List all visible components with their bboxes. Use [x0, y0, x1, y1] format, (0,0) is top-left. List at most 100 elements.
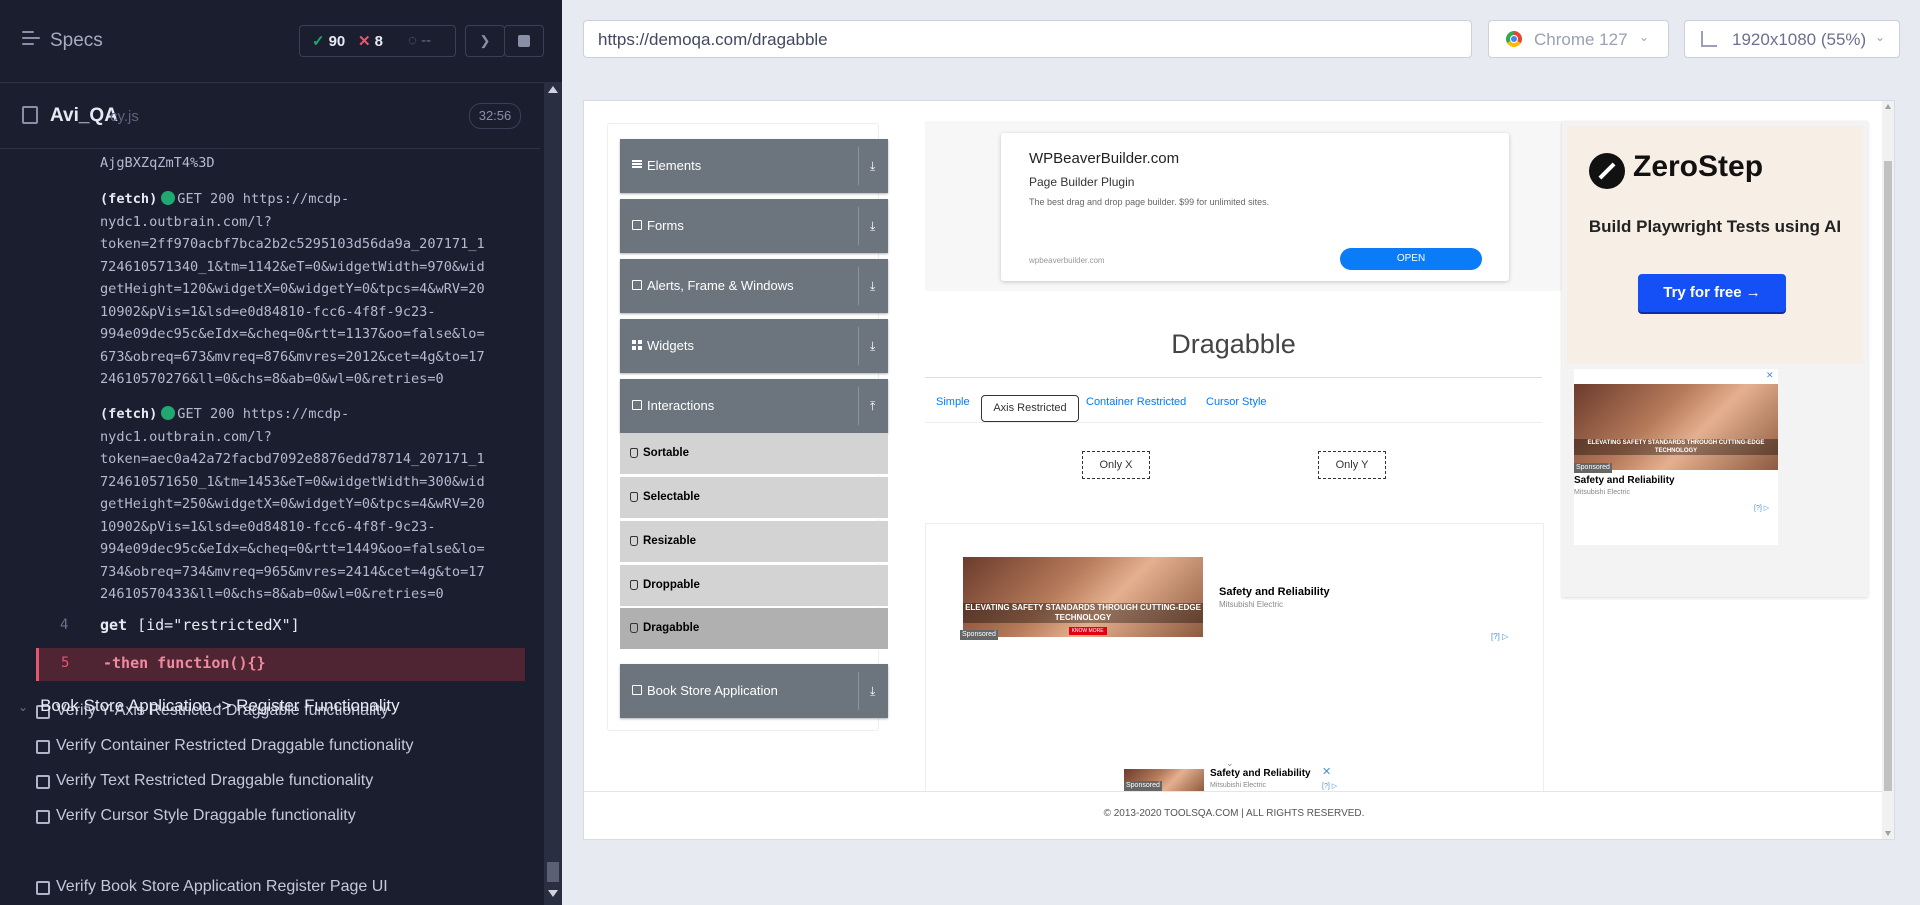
- browser-selector[interactable]: Chrome 127 ⌄: [1488, 20, 1669, 58]
- viewport-icon: [1701, 31, 1717, 47]
- right-advertisement: ZeroStep Build Playwright Tests using AI…: [1562, 121, 1868, 597]
- tab-simple[interactable]: Simple: [936, 396, 970, 408]
- ad-title[interactable]: Safety and Reliability: [1219, 586, 1330, 598]
- chevron-down-icon: ⌄: [18, 700, 29, 714]
- command-name: -then function(){}: [103, 654, 266, 672]
- close-icon[interactable]: ✕: [1322, 765, 1331, 778]
- sponsored-label: Sponsored: [1124, 781, 1162, 791]
- test-status-icon: [36, 810, 50, 824]
- menu-item-droppable[interactable]: Droppable: [620, 565, 888, 607]
- group-bookstore[interactable]: Book Store Application ⤓: [620, 664, 888, 718]
- ad-brand: Mitsubishi Electric: [1219, 600, 1284, 609]
- viewport-selector[interactable]: 1920x1080 (55%) ⌄: [1684, 20, 1900, 58]
- spinner-icon: ◌: [408, 32, 417, 49]
- group-forms[interactable]: Forms ⤓: [620, 199, 888, 253]
- failed-count: ✕ 8: [358, 33, 383, 50]
- zerostep-brand: ZeroStep: [1633, 150, 1764, 183]
- browser-label: Chrome 127: [1534, 30, 1628, 49]
- group-widgets[interactable]: Widgets ⤓: [620, 319, 888, 373]
- close-icon: ✕: [1766, 370, 1774, 380]
- command-name: get: [100, 616, 128, 634]
- suite-item[interactable]: ⌄ Book Store Application -> Register Func…: [18, 696, 400, 716]
- draggable-only-y[interactable]: Only Y: [1318, 451, 1386, 479]
- zerostep-tagline: Build Playwright Tests using AI: [1588, 217, 1842, 236]
- success-dot-icon: [161, 191, 176, 205]
- test-status-icon: [36, 881, 50, 895]
- download-arrow-icon: ⤓: [870, 219, 876, 233]
- menu-item-sortable[interactable]: Sortable: [620, 433, 888, 475]
- spec-file-name[interactable]: Avi_QA: [50, 105, 118, 127]
- specs-header: Specs ✓ 90 ✕ 8 ◌ -- ❯: [0, 0, 562, 83]
- spec-file-header: Avi_QA cy.js 32:56: [0, 96, 540, 149]
- page-title: Dragabble: [1171, 329, 1296, 359]
- download-arrow-icon: ⤓: [870, 159, 876, 173]
- ad-brand: Mitsubishi Electric: [1574, 489, 1631, 496]
- success-dot-icon: [161, 406, 176, 420]
- passed-count: ✓ 90: [312, 33, 346, 50]
- test-stats: ✓ 90 ✕ 8 ◌ --: [299, 25, 456, 57]
- ad-image[interactable]: ELEVATING SAFETY STANDARDS THROUGH CUTTI…: [1574, 384, 1778, 470]
- group-alerts[interactable]: Alerts, Frame & Windows ⤓: [620, 259, 888, 313]
- group-interactions[interactable]: Interactions ⤒: [620, 379, 888, 433]
- ad-open-button[interactable]: OPEN: [1340, 248, 1482, 270]
- stop-button[interactable]: [504, 25, 544, 57]
- shield-icon: [630, 623, 638, 633]
- scroll-up-icon: [1885, 104, 1891, 109]
- form-icon: [632, 220, 642, 230]
- url-bar[interactable]: https://demoqa.com/dragabble: [583, 20, 1472, 58]
- copyright-text: © 2013-2020 TOOLSQA.COM | ALL RIGHTS RES…: [1103, 808, 1365, 819]
- chevron-down-icon[interactable]: ❯: [465, 25, 505, 57]
- top-advertisement: WPBeaverBuilder.com Page Builder Plugin …: [925, 121, 1562, 291]
- log-scrollbar[interactable]: [544, 82, 562, 905]
- app-scrollbar[interactable]: [1882, 101, 1894, 839]
- zerostep-ad[interactable]: ZeroStep Build Playwright Tests using AI…: [1567, 126, 1863, 364]
- spec-duration: 32:56: [469, 103, 521, 129]
- draggable-only-x[interactable]: Only X: [1082, 451, 1150, 479]
- window-icon: [632, 280, 642, 290]
- group-elements[interactable]: Elements ⤓: [620, 139, 888, 193]
- command-row-failed[interactable]: 5 -then function(){}: [36, 648, 525, 681]
- divider: [925, 377, 1542, 378]
- try-for-free-button[interactable]: Try for free →: [1638, 274, 1786, 312]
- spec-file-ext: cy.js: [110, 108, 139, 125]
- download-arrow-icon: ⤓: [870, 279, 876, 293]
- specs-title[interactable]: Specs: [50, 30, 103, 52]
- shield-icon: [630, 536, 638, 546]
- shield-icon: [630, 492, 638, 502]
- scroll-down-icon: [1885, 831, 1891, 836]
- ad-card[interactable]: WPBeaverBuilder.com Page Builder Plugin …: [1001, 133, 1509, 281]
- menu-item-dragabble[interactable]: Dragabble: [620, 608, 888, 650]
- tab-axis-restricted[interactable]: Axis Restricted: [981, 395, 1079, 422]
- specs-list-icon[interactable]: [22, 31, 40, 47]
- tab-cursor-style[interactable]: Cursor Style: [1206, 396, 1267, 408]
- side-ad-card[interactable]: ELEVATING SAFETY STANDARDS THROUGH CUTTI…: [1574, 369, 1778, 545]
- menu-item-resizable[interactable]: Resizable: [620, 521, 888, 563]
- chevron-down-icon: ⌄: [1875, 30, 1886, 44]
- command-row-get[interactable]: 4 get [id="restrictedX"]: [38, 612, 522, 642]
- fetch-log-entry[interactable]: (fetch) GET 200 https://mcdp- nydc1.outbr…: [100, 403, 485, 606]
- chevron-down-icon: ⌄: [1639, 30, 1650, 44]
- tab-container-restricted[interactable]: Container Restricted: [1086, 396, 1186, 408]
- download-arrow-icon: ⤓: [870, 339, 876, 353]
- menu-item-selectable[interactable]: Selectable: [620, 477, 888, 519]
- ad-subtitle: Page Builder Plugin: [1029, 175, 1135, 189]
- app-under-test: Elements ⤓ Forms ⤓ Alerts, Frame & Windows…: [583, 100, 1895, 840]
- ad-description: The best drag and drop page builder. $99…: [1029, 197, 1270, 207]
- test-status-icon: [36, 775, 50, 789]
- url-text: https://demoqa.com/dragabble: [598, 30, 828, 49]
- cross-icon: ✕: [358, 33, 371, 50]
- divider: [925, 422, 1542, 423]
- ad-heading: WPBeaverBuilder.com: [1029, 150, 1180, 167]
- ad-choices-icon[interactable]: [?] ▷: [1491, 632, 1508, 641]
- ad-image[interactable]: ELEVATING SAFETY STANDARDS THROUGH CUTTI…: [963, 557, 1203, 637]
- interactions-icon: [632, 400, 642, 410]
- chevron-down-icon[interactable]: ⌄: [1226, 758, 1234, 769]
- ad-choices-icon[interactable]: [?] ▷: [1322, 782, 1337, 790]
- widgets-icon: [632, 340, 642, 350]
- stop-icon: [518, 35, 530, 47]
- fetch-log-entry[interactable]: (fetch) GET 200 https://mcdp- nydc1.outbr…: [100, 188, 485, 391]
- scroll-thumb: [1884, 161, 1892, 791]
- scroll-thumb: [547, 862, 559, 882]
- command-number: 5: [61, 655, 70, 671]
- sticky-ad-title[interactable]: Safety and Reliability: [1210, 768, 1311, 779]
